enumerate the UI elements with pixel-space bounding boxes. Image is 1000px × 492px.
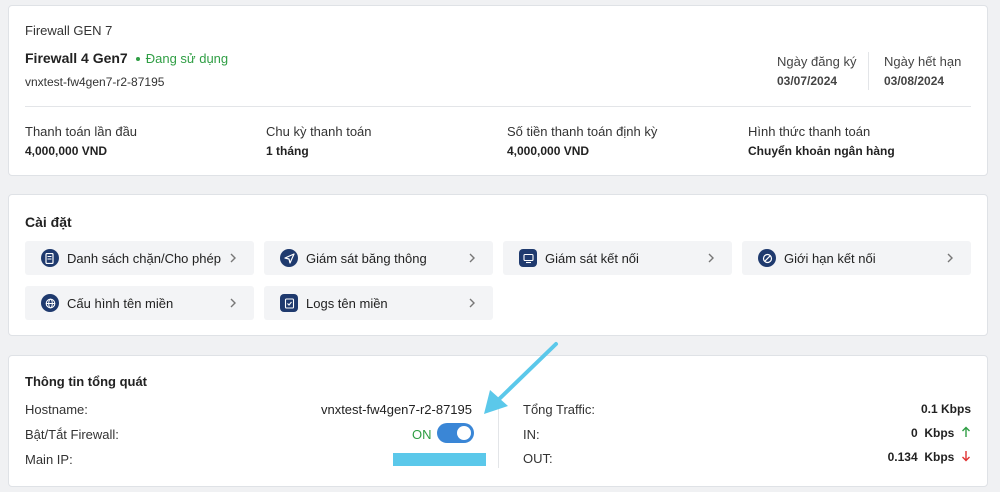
globe-icon [41,294,59,312]
billing-method-value: Chuyển khoản ngân hàng [748,144,895,158]
settings-item-label: Giám sát kết nối [545,250,639,266]
monitor-icon [519,249,537,267]
service-info-card: Firewall GEN 7 Firewall 4 Gen7 Đang sử dụ… [8,5,988,176]
chevron-right-icon [708,253,714,263]
billing-first-label: Thanh toán lần đầu [25,124,138,139]
arrow-down-icon [962,451,970,462]
out-value-row: 0.134 Kbps [888,450,971,464]
billing-cycle-value: 1 tháng [266,144,309,158]
hostname-value: vnxtest-fw4gen7-r2-87195 [320,402,472,417]
settings-item-label: Giới hạn kết nối [784,250,876,266]
overview-title: Thông tin tổng quát [25,374,148,389]
traffic-value: 0.1 Kbps [920,402,971,416]
in-value: 0 [910,426,918,440]
settings-item-blocklist[interactable]: Danh sách chặn/Cho phép [25,241,254,275]
checklist-icon [280,294,298,312]
register-date-label: Ngày đăng ký [777,54,857,69]
send-icon [280,249,298,267]
settings-item-label: Cấu hình tên miền [67,295,174,311]
settings-item-label: Logs tên miền [306,295,388,311]
billing-cycle-label: Chu kỳ thanh toán [266,124,372,139]
firewall-state-text: ON [412,427,432,442]
chevron-right-icon [947,253,953,263]
hostname-label: Hostname: [25,402,88,417]
settings-item-limit[interactable]: Giới hạn kết nối [742,241,971,275]
toggle-knob [457,426,471,440]
main-ip-label: Main IP: [25,452,73,467]
section-divider [25,106,971,107]
settings-item-domain-logs[interactable]: Logs tên miền [264,286,493,320]
status-badge: Đang sử dụng [145,51,229,66]
expire-date-value: 03/08/2024 [884,74,945,88]
out-value: 0.134 [887,450,918,464]
in-label: IN: [523,427,540,442]
billing-method-label: Hình thức thanh toán [748,124,871,139]
service-title-row: Firewall 4 Gen7 Đang sử dụng [25,50,228,66]
settings-item-domain-config[interactable]: Cấu hình tên miền [25,286,254,320]
settings-item-label: Giám sát băng thông [306,250,427,266]
firewall-toggle-label: Bật/Tắt Firewall: [25,427,119,442]
annotation-arrow-icon [484,342,558,414]
list-doc-icon [41,249,59,267]
arrow-up-icon [962,426,970,437]
expire-date-label: Ngày hết hạn [884,54,962,69]
date-divider [868,52,869,90]
block-icon [758,249,776,267]
billing-recurring-value: 4,000,000 VND [507,144,590,158]
chevron-right-icon [469,253,475,263]
settings-card: Cài đặt Danh sách chặn/Cho phép Giám sát… [8,194,988,336]
service-hostname: vnxtest-fw4gen7-r2-87195 [25,75,165,89]
chevron-right-icon [230,253,236,263]
chevron-right-icon [469,298,475,308]
billing-first-value: 4,000,000 VND [25,144,108,158]
in-value-row: 0 Kbps [911,426,971,440]
service-name: Firewall 4 Gen7 [25,50,128,66]
firewall-toggle[interactable] [437,423,474,443]
status-dot [135,56,140,61]
settings-title: Cài đặt [25,214,72,230]
out-label: OUT: [523,451,553,466]
main-ip-redacted [393,453,486,466]
settings-item-connections[interactable]: Giám sát kết nối [503,241,732,275]
settings-item-bandwidth[interactable]: Giám sát băng thông [264,241,493,275]
service-category: Firewall GEN 7 [25,23,113,38]
register-date-value: 03/07/2024 [777,74,838,88]
billing-recurring-label: Số tiền thanh toán định kỳ [507,124,658,139]
settings-item-label: Danh sách chặn/Cho phép [67,250,221,266]
chevron-right-icon [230,298,236,308]
in-unit: Kbps [924,426,955,440]
out-unit: Kbps [924,450,955,464]
